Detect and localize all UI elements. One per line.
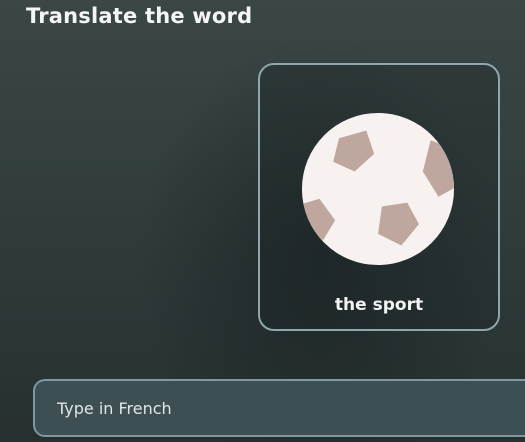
- word-card[interactable]: the sport: [258, 63, 500, 331]
- exercise-prompt: Translate the word: [26, 4, 253, 28]
- answer-input[interactable]: [33, 379, 525, 437]
- word-label: the sport: [334, 295, 424, 315]
- lesson-screen: Translate the word the sport: [0, 0, 525, 442]
- soccer-ball-icon: [301, 112, 455, 266]
